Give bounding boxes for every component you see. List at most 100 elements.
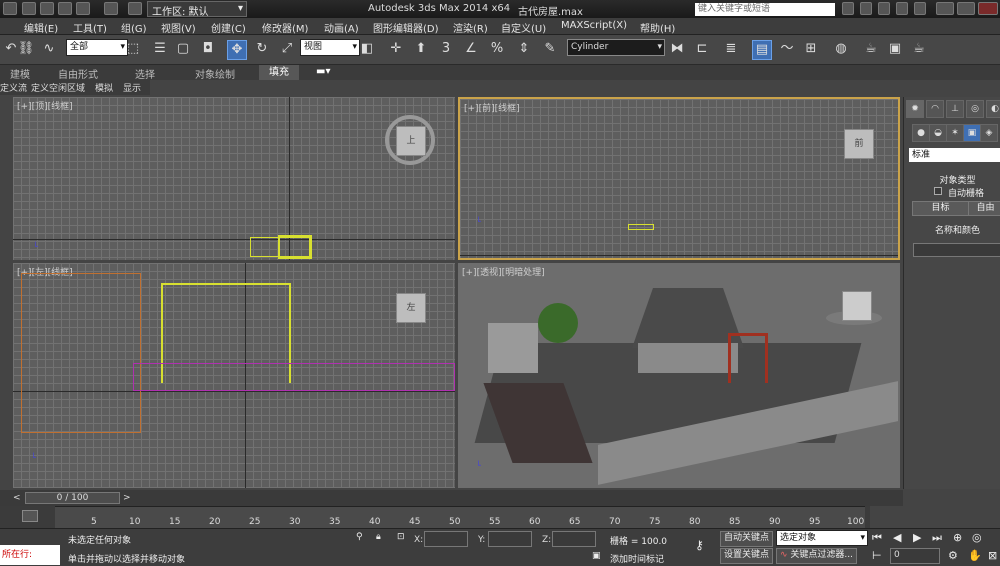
menu-rendering[interactable]: 渲染(R) (453, 20, 488, 35)
render-production-icon[interactable]: ☕ (910, 40, 928, 58)
modify-tab-icon[interactable]: ◠ (926, 100, 944, 118)
play-icon[interactable]: ▶ (913, 531, 921, 544)
select-object-icon[interactable]: ⬚ (124, 40, 142, 58)
render-setup-icon[interactable]: ☕ (862, 40, 880, 58)
link-icon[interactable]: ⛓ (17, 40, 35, 58)
tab-object-paint[interactable]: 对象绘制 (195, 66, 235, 81)
menu-edit[interactable]: 编辑(E) (24, 20, 58, 35)
viewcube[interactable]: 前 (844, 129, 874, 159)
menu-views[interactable]: 视图(V) (161, 20, 196, 35)
tab-selection[interactable]: 选择 (135, 66, 155, 81)
building-wireframe[interactable] (628, 224, 654, 230)
hierarchy-tab-icon[interactable]: ⊥ (946, 100, 964, 118)
geometry-icon[interactable]: ● (912, 124, 930, 142)
zoom-icon[interactable]: ⊕ (953, 531, 962, 544)
prev-frame-arrow-icon[interactable]: < (13, 493, 21, 503)
lock-selection-icon[interactable]: ⚲ (356, 532, 363, 542)
subtab-display[interactable]: 显示 (123, 81, 141, 94)
menu-group[interactable]: 组(G) (121, 20, 147, 35)
spinner-snap-icon[interactable]: ⇕ (515, 40, 533, 58)
menu-help[interactable]: 帮助(H) (640, 20, 675, 35)
search-icon[interactable] (842, 2, 854, 15)
key-set-dropdown[interactable]: 选定对象 ▾ (776, 530, 868, 546)
viewcube[interactable]: 左 (396, 293, 426, 323)
motion-tab-icon[interactable]: ◎ (966, 100, 984, 118)
redo-icon[interactable] (104, 2, 118, 15)
communication-center-icon[interactable] (878, 2, 890, 15)
go-to-start-icon[interactable]: ⏮ (872, 531, 882, 545)
time-slider-handle[interactable]: 0 / 100 (25, 492, 120, 504)
object-category-dropdown[interactable]: 标准 (909, 148, 1000, 162)
snaps-toggle-icon[interactable]: 3 (437, 40, 455, 58)
viewcube[interactable]: 上 (396, 126, 426, 156)
wall-wireframe[interactable] (133, 363, 455, 391)
select-and-rotate-icon[interactable]: ↻ (253, 40, 271, 58)
set-key-button[interactable]: 设置关键点 (720, 548, 774, 564)
isolate-icon[interactable]: 🔒︎ (376, 532, 381, 542)
percent-snap-icon[interactable]: % (488, 40, 506, 58)
wall-wireframe[interactable] (21, 273, 141, 433)
tab-freeform[interactable]: 自由形式 (58, 66, 98, 81)
select-manipulate-icon[interactable]: ✛ (387, 40, 405, 58)
edit-named-selection-icon[interactable]: ✎ (541, 40, 559, 58)
material-editor-icon[interactable]: ◍ (832, 40, 850, 58)
next-frame-arrow-icon[interactable]: > (123, 493, 131, 503)
viewport-left[interactable]: [+][左][线框] 左 └ (13, 263, 455, 488)
pivot-center-icon[interactable]: ◧ (358, 40, 376, 58)
display-tab-icon[interactable]: ◐ (986, 100, 1000, 118)
open-file-icon[interactable] (40, 2, 54, 15)
y-coordinate-field[interactable] (488, 531, 532, 547)
rollout-object-type[interactable]: 对象类型 (914, 173, 1000, 186)
select-by-name-icon[interactable]: ☰ (151, 40, 169, 58)
maximize-icon[interactable] (957, 2, 975, 15)
viewcube[interactable] (842, 291, 872, 321)
mirror-icon[interactable]: ⧓ (668, 40, 686, 58)
selection-filter-dropdown[interactable]: 全部 ▾ (66, 39, 128, 56)
minimize-icon[interactable] (936, 2, 954, 15)
menu-tools[interactable]: 工具(T) (73, 20, 107, 35)
time-tag-icon[interactable]: ▣ (592, 551, 601, 561)
schematic-view-icon[interactable]: ⊞ (802, 40, 820, 58)
previous-frame-icon[interactable]: ◀ (893, 531, 901, 544)
undo-icon[interactable] (76, 2, 90, 15)
maxscript-listener-mini[interactable]: 所在行: (0, 545, 60, 565)
curve-editor-icon[interactable]: 〜 (778, 40, 796, 58)
create-tab-icon[interactable]: ✹ (906, 100, 924, 118)
shapes-icon[interactable]: ◒ (929, 124, 947, 142)
tab-modeling[interactable]: 建模 (10, 66, 30, 81)
rectangle-selection-icon[interactable]: ▢ (174, 40, 192, 58)
current-frame-field[interactable]: 0 (890, 548, 940, 564)
bind-space-warp-icon[interactable]: ∿ (40, 40, 58, 58)
maximize-viewport-icon[interactable]: ⊠ (988, 549, 997, 562)
key-filters-button[interactable]: ∿ 关键点过滤器... (776, 548, 858, 564)
orbit-icon[interactable]: ◎ (972, 531, 982, 544)
key-icon[interactable]: ⚷ (695, 538, 704, 552)
workspace-dropdown[interactable]: 工作区: 默认 ▾ (147, 1, 247, 18)
viewport-top[interactable]: [+][顶][线框] 上 └ (13, 97, 455, 260)
track-bar-ruler[interactable]: 5 10 15 20 25 30 35 40 45 50 55 60 65 70… (55, 506, 865, 528)
viewport-label[interactable]: [+][前][线框] (464, 101, 520, 114)
reference-coordinate-dropdown[interactable]: 视图 ▾ (300, 39, 360, 56)
building-wireframe[interactable] (278, 235, 312, 259)
menu-animation[interactable]: 动画(A) (324, 20, 359, 35)
viewport-perspective[interactable]: [+][透视][明暗处理] └ (458, 263, 900, 488)
project-folder-icon[interactable] (128, 2, 142, 15)
add-time-tag[interactable]: 添加时间标记 (610, 552, 664, 565)
autogrid-checkbox[interactable] (934, 187, 942, 195)
rendered-frame-window-icon[interactable]: ▣ (886, 40, 904, 58)
absolute-mode-icon[interactable]: ⊡ (397, 532, 405, 542)
lights-icon[interactable]: ✶ (946, 124, 964, 142)
next-frame-icon[interactable]: ⏭ (932, 531, 942, 545)
select-and-move-icon[interactable]: ✥ (227, 40, 247, 60)
menu-modifiers[interactable]: 修改器(M) (262, 20, 308, 35)
menu-customize[interactable]: 自定义(U) (501, 20, 546, 35)
keyboard-shortcut-override-icon[interactable]: ⬆ (412, 40, 430, 58)
toggle-ribbon-icon[interactable]: ▤ (752, 40, 772, 60)
z-coordinate-field[interactable] (552, 531, 596, 547)
angle-snap-icon[interactable]: ∠ (462, 40, 480, 58)
cameras-icon[interactable]: ▣ (963, 124, 981, 142)
time-slider-track[interactable] (0, 490, 903, 506)
menu-create[interactable]: 创建(C) (211, 20, 246, 35)
auto-key-button[interactable]: 自动关键点 (720, 531, 774, 547)
free-camera-button[interactable]: 自由 (968, 201, 1000, 216)
